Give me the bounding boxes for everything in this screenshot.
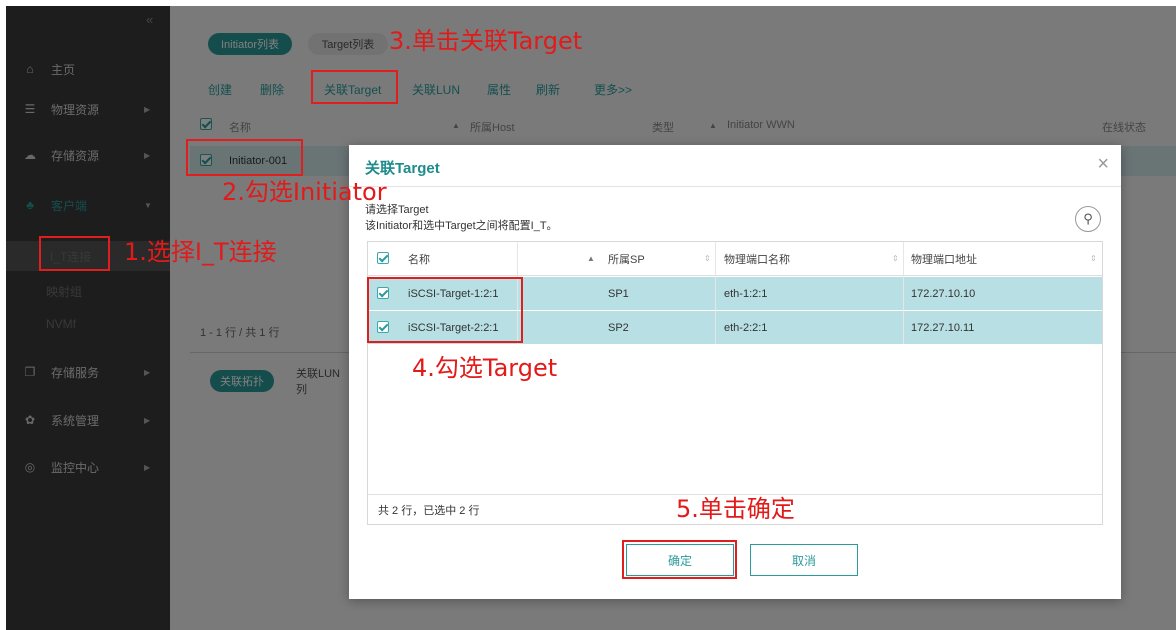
target-sp: SP1 bbox=[608, 287, 629, 300]
target-sp: SP2 bbox=[608, 321, 629, 334]
sort-icon: ⇕ bbox=[1090, 254, 1097, 263]
column-header-name[interactable]: 名称 bbox=[408, 251, 430, 267]
target-name: iSCSI-Target-2:2:1 bbox=[408, 321, 499, 334]
target-port-name: eth-1:2:1 bbox=[724, 287, 768, 300]
column-divider bbox=[715, 242, 716, 344]
target-port-address: 172.27.10.11 bbox=[911, 321, 975, 334]
search-icon[interactable]: ⚲ bbox=[1075, 206, 1101, 232]
target-name: iSCSI-Target-1:2:1 bbox=[408, 287, 499, 300]
annotation-step2: 2.勾选Initiator bbox=[222, 178, 387, 206]
column-divider bbox=[903, 242, 904, 344]
column-header-port-address[interactable]: 物理端口地址 bbox=[911, 251, 977, 267]
column-header-port-name[interactable]: 物理端口名称 bbox=[724, 251, 790, 267]
annotation-step4: 4.勾选Target bbox=[412, 354, 558, 382]
row-checkbox[interactable] bbox=[377, 321, 389, 333]
table-row[interactable]: iSCSI-Target-1:2:1 SP1 eth-1:2:1 172.27.… bbox=[368, 277, 1102, 311]
cancel-button[interactable]: 取消 bbox=[750, 544, 858, 576]
dialog-note-description: 该Initiator和选中Target之间将配置I_T。 bbox=[365, 220, 558, 232]
column-header-sp[interactable]: 所属SP bbox=[608, 251, 645, 267]
divider bbox=[349, 186, 1121, 187]
target-table-header: 名称 ▲ 所属SP ⇕ 物理端口名称 ⇕ 物理端口地址 ⇕ bbox=[368, 242, 1102, 276]
table-row[interactable]: iSCSI-Target-2:2:1 SP2 eth-2:2:1 172.27.… bbox=[368, 311, 1102, 345]
ok-button[interactable]: 确定 bbox=[626, 544, 734, 576]
sort-icon: ⇕ bbox=[704, 254, 711, 263]
dialog-title: 关联Target bbox=[365, 160, 440, 177]
sort-asc-icon: ▲ bbox=[587, 254, 595, 263]
sort-icon: ⇕ bbox=[892, 254, 899, 263]
column-divider bbox=[517, 242, 518, 344]
target-port-name: eth-2:2:1 bbox=[724, 321, 768, 334]
target-port-address: 172.27.10.10 bbox=[911, 287, 976, 300]
select-all-checkbox[interactable] bbox=[377, 252, 389, 264]
target-table: 名称 ▲ 所属SP ⇕ 物理端口名称 ⇕ 物理端口地址 ⇕ iSCSI-Targ… bbox=[367, 241, 1103, 525]
close-icon[interactable]: × bbox=[1097, 153, 1109, 176]
annotation-step3: 3.单击关联Target bbox=[389, 27, 583, 55]
annotation-step1: 1.选择I_T连接 bbox=[124, 238, 277, 266]
annotation-step5: 5.单击确定 bbox=[676, 495, 795, 523]
row-checkbox[interactable] bbox=[377, 287, 389, 299]
